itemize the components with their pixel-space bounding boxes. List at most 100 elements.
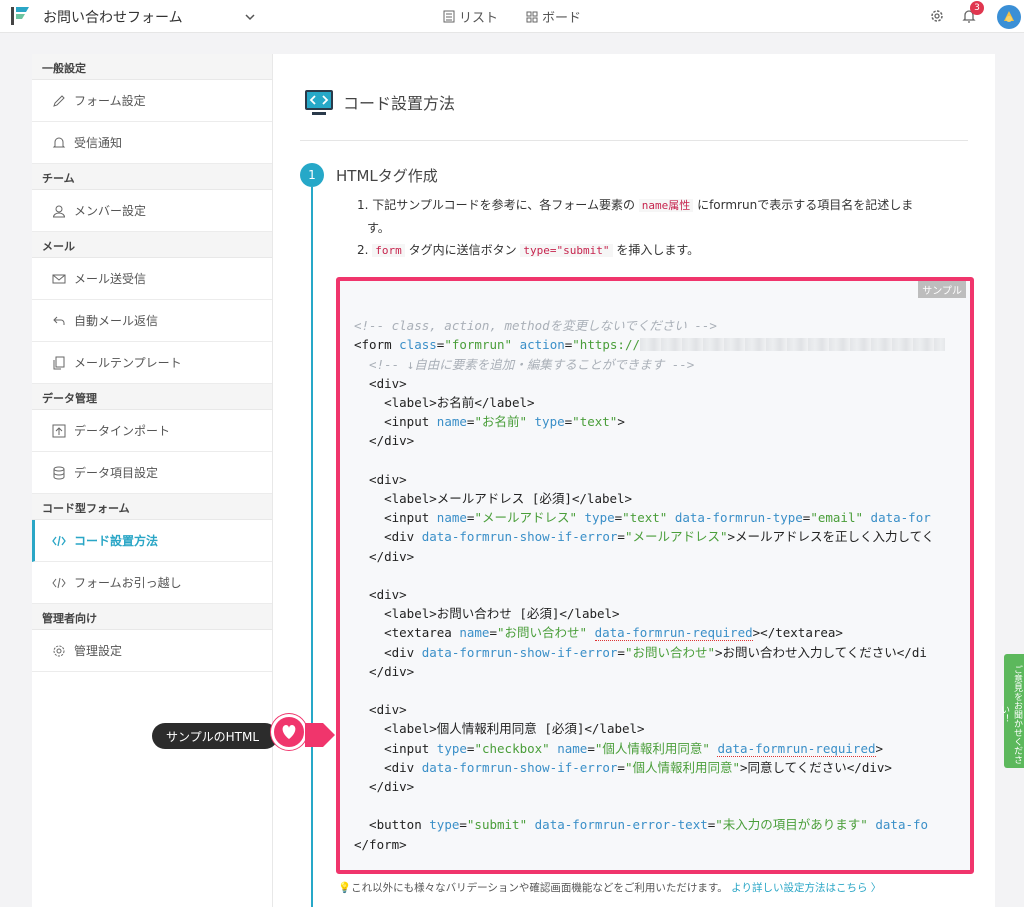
sidebar-section-code-form: コード型フォーム [32, 494, 272, 520]
code-content[interactable]: <!-- class, action, methodを変更しないでください --… [354, 297, 946, 870]
top-bar: お問い合わせフォーム リスト ボード 3 [0, 0, 1024, 33]
grid-icon [526, 11, 538, 22]
heart-marker [271, 714, 307, 750]
code-string: "email" [810, 510, 864, 526]
instruction-text: を挿入します。 [612, 243, 700, 257]
sample-tag: サンプル [918, 281, 966, 298]
code-tag: <form [354, 337, 400, 353]
code-string: "未入力の項目があります" [715, 817, 868, 833]
code-comment: <!-- class, action, methodを変更しないでください --… [354, 318, 717, 334]
instruction-text: 1. 下記サンプルコードを参考に、各フォーム要素の [357, 198, 639, 212]
sidebar-item-data-import[interactable]: データインポート [32, 410, 272, 452]
redacted-url [640, 338, 946, 352]
step-number-badge: 1 [300, 163, 324, 187]
instruction-text: 2. [357, 243, 373, 257]
step-timeline-line [311, 187, 313, 907]
sidebar-item-members[interactable]: メンバー設定 [32, 190, 272, 232]
footnote-text: 💡これ以外にも様々なバリデーションや確認画面機能などをご利用いただけます。 [338, 882, 728, 894]
mail-icon [52, 274, 66, 283]
code-string: "checkbox" [474, 740, 550, 756]
code-text: メールアドレスを正しく入力してく [735, 529, 935, 545]
heart-icon [282, 725, 296, 739]
instruction-text: す。 [367, 221, 390, 235]
bell-icon [52, 137, 66, 147]
sidebar-section-mail: メール [32, 232, 272, 258]
inline-code: form [372, 244, 405, 257]
instruction-text: にformrunで表示する項目名を記述しま [693, 198, 914, 212]
code-text: お名前 [436, 395, 475, 411]
nav-list-label: リスト [459, 11, 499, 26]
divider [300, 140, 968, 141]
instructions: 1. 下記サンプルコードを参考に、各フォーム要素の name属性 にformru… [357, 194, 969, 262]
sidebar-item-notifications[interactable]: 受信通知 [32, 122, 272, 164]
instruction-1: 1. 下記サンプルコードを参考に、各フォーム要素の name属性 にformru… [357, 194, 969, 239]
nav-board-label: ボード [542, 11, 582, 26]
nav-list[interactable]: リスト [443, 7, 498, 26]
code-string: "text" [572, 414, 618, 430]
sidebar-item-label: データインポート [74, 424, 171, 438]
sidebar-item-label: 受信通知 [74, 136, 123, 150]
sidebar-item-data-fields[interactable]: データ項目設定 [32, 452, 272, 494]
code-text: 個人情報利用同意 [必須] [436, 721, 585, 737]
sample-code-block[interactable]: サンプル <!-- class, action, methodを変更しないでくだ… [336, 277, 974, 874]
sidebar-section-admin: 管理者向け [32, 604, 272, 630]
details-link[interactable]: より詳しい設定方法はこちら 〉 [731, 882, 881, 894]
code-icon [52, 577, 66, 588]
sidebar-item-label: 自動メール返信 [74, 314, 159, 328]
code-string: "submit" [466, 817, 528, 833]
code-attr: action [519, 337, 565, 353]
feedback-tab[interactable]: ご意見をお聞かせください！ [999, 654, 1024, 768]
instruction-text: タグ内に送信ボタン [404, 243, 521, 257]
code-string: "メールアドレス" [474, 510, 577, 526]
gear-icon[interactable] [929, 8, 945, 24]
page-title: コード設置方法 [343, 94, 456, 113]
code-icon [52, 535, 66, 546]
code-string: "お名前" [474, 414, 527, 430]
gear-icon [53, 645, 65, 656]
sidebar-item-label: メンバー設定 [74, 204, 147, 218]
code-tag: </form> [354, 836, 407, 852]
code-text: お問い合わせ [必須] [436, 606, 560, 622]
sidebar: 一般設定 フォーム設定 受信通知 チーム メンバー設定 メール メール送受信 自… [32, 54, 273, 907]
sidebar-section-data: データ管理 [32, 384, 272, 410]
code-attr: class [399, 337, 437, 353]
sidebar-item-code-setup[interactable]: コード設置方法 [32, 520, 272, 562]
inline-code: name属性 [638, 199, 694, 212]
form-title[interactable]: お問い合わせフォーム [43, 7, 183, 27]
sidebar-item-auto-reply[interactable]: 自動メール返信 [32, 300, 272, 342]
sidebar-item-form-settings[interactable]: フォーム設定 [32, 80, 272, 122]
sidebar-item-mail-send-receive[interactable]: メール送受信 [32, 258, 272, 300]
user-icon [52, 205, 66, 217]
code-text: お問い合わせ入力してください</di [722, 644, 927, 660]
sidebar-item-label: フォームお引っ越し [74, 576, 182, 590]
code-string: "お問い合わせ" [497, 625, 588, 641]
sidebar-section-general: 一般設定 [32, 54, 272, 80]
nav-board[interactable]: ボード [526, 7, 581, 26]
sample-html-tooltip: サンプルのHTML [152, 723, 278, 749]
sidebar-section-team: チーム [32, 164, 272, 190]
code-string: "個人情報利用同意" [594, 740, 710, 756]
formrun-logo[interactable] [9, 5, 31, 27]
chevron-down-icon[interactable] [243, 10, 257, 24]
footnote: 💡これ以外にも様々なバリデーションや確認画面機能などをご利用いただけます。 より… [338, 880, 881, 895]
pencil-icon [53, 94, 65, 107]
reply-icon [53, 316, 65, 325]
code-string: "メールアドレス" [624, 529, 728, 545]
sidebar-item-label: メール送受信 [74, 272, 147, 286]
code-comment: <!-- ↓自由に要素を追加・編集することができます --> [354, 356, 695, 372]
sidebar-item-label: データ項目設定 [74, 466, 159, 480]
database-icon [53, 466, 65, 479]
step-title: HTMLタグ作成 [336, 167, 438, 185]
inline-code: type="submit" [520, 244, 613, 257]
sidebar-item-form-migration[interactable]: フォームお引っ越し [32, 562, 272, 604]
pointer-arrow-icon [305, 723, 335, 747]
monitor-code-icon [305, 90, 333, 115]
sidebar-item-mail-template[interactable]: メールテンプレート [32, 342, 272, 384]
sidebar-item-admin-settings[interactable]: 管理設定 [32, 630, 272, 672]
upload-icon [52, 424, 66, 437]
code-string: "https:// [572, 337, 641, 353]
instruction-2: 2. form タグ内に送信ボタン type="submit" を挿入します。 [357, 239, 969, 262]
sidebar-item-label: コード設置方法 [74, 534, 159, 548]
avatar-image [1004, 11, 1014, 22]
avatar[interactable] [997, 5, 1021, 29]
